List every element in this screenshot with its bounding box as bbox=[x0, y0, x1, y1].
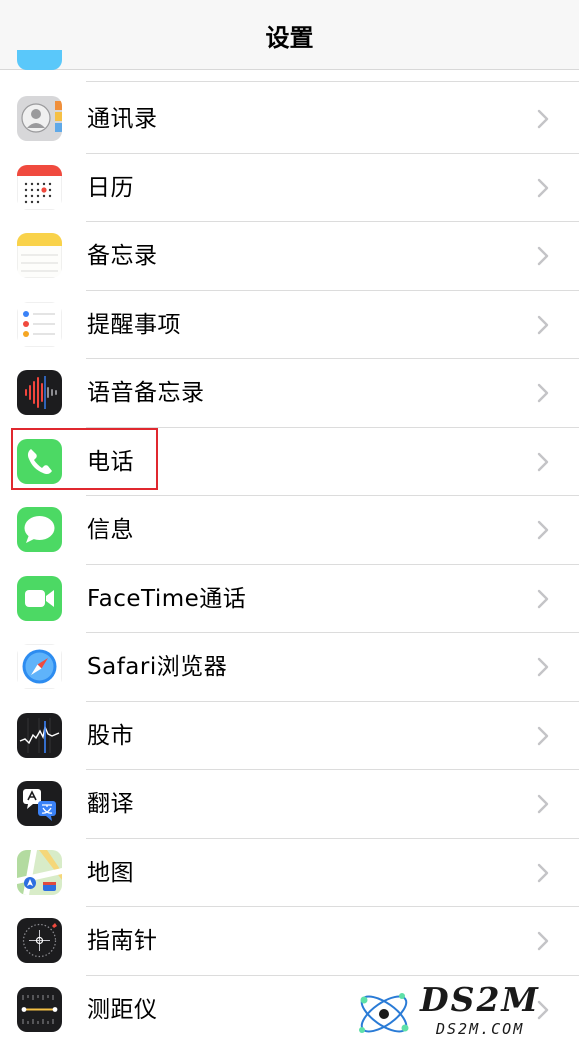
page-title: 设置 bbox=[265, 24, 314, 52]
settings-row-stocks[interactable]: 股市 bbox=[0, 702, 579, 770]
calendar-icon bbox=[17, 164, 62, 210]
chevron-right-icon bbox=[537, 109, 549, 129]
settings-row-compass[interactable]: 指南针 bbox=[0, 907, 579, 976]
settings-row-notes[interactable]: 备忘录 bbox=[0, 222, 579, 291]
chevron-right-icon bbox=[537, 246, 549, 266]
highlight-box bbox=[11, 428, 158, 490]
facetime-icon bbox=[17, 575, 62, 621]
chevron-right-icon bbox=[537, 931, 549, 951]
settings-row-contacts[interactable]: 通讯录 bbox=[0, 85, 579, 154]
row-label: 信息 bbox=[87, 517, 134, 543]
row-label: 通讯录 bbox=[87, 106, 158, 132]
messages-icon bbox=[17, 507, 62, 552]
row-label: 提醒事项 bbox=[87, 311, 181, 338]
contacts-icon bbox=[17, 96, 62, 141]
maps-icon bbox=[17, 849, 62, 895]
navigation-bar: 设置 bbox=[0, 0, 579, 70]
reminders-icon bbox=[17, 301, 62, 347]
measure-icon bbox=[17, 986, 62, 1032]
row-label: 语音备忘录 bbox=[87, 380, 205, 406]
row-label: Safari浏览器 bbox=[87, 654, 228, 680]
chevron-right-icon bbox=[537, 178, 549, 197]
chevron-right-icon bbox=[537, 794, 549, 814]
row-label: 地图 bbox=[87, 859, 134, 886]
watermark-brand: DS2M bbox=[419, 980, 540, 1019]
settings-row-calendar[interactable]: 日历 bbox=[0, 154, 579, 222]
stocks-icon bbox=[17, 712, 62, 758]
settings-list: 通讯录 日历 备忘录 提醒事项 语音备忘录 电话 信息 FaceTime通话 S… bbox=[0, 85, 579, 1044]
chevron-right-icon bbox=[537, 726, 549, 745]
row-label: 日历 bbox=[87, 174, 134, 201]
row-separator bbox=[86, 81, 579, 82]
row-label: 测距仪 bbox=[87, 996, 158, 1023]
watermark-domain: DS2M.COM bbox=[435, 1020, 524, 1038]
chevron-right-icon bbox=[537, 315, 549, 334]
watermark-logo: DS2M DS2M.COM bbox=[359, 980, 540, 1038]
translate-icon bbox=[17, 781, 62, 826]
chevron-right-icon bbox=[537, 520, 549, 540]
row-label: 翻译 bbox=[87, 791, 134, 817]
settings-row-reminders[interactable]: 提醒事项 bbox=[0, 291, 579, 359]
chevron-right-icon bbox=[537, 863, 549, 882]
chevron-right-icon bbox=[537, 383, 549, 403]
row-label: 备忘录 bbox=[87, 243, 158, 269]
settings-row-facetime[interactable]: FaceTime通话 bbox=[0, 565, 579, 633]
settings-row-translate[interactable]: 翻译 bbox=[0, 770, 579, 839]
partial-row-icon bbox=[17, 50, 62, 70]
compass-icon bbox=[17, 918, 62, 963]
settings-row-voice-memos[interactable]: 语音备忘录 bbox=[0, 359, 579, 428]
row-label: 股市 bbox=[87, 722, 134, 749]
row-label: FaceTime通话 bbox=[87, 585, 247, 612]
settings-row-messages[interactable]: 信息 bbox=[0, 496, 579, 565]
row-label: 指南针 bbox=[87, 928, 158, 954]
settings-row-safari[interactable]: Safari浏览器 bbox=[0, 633, 579, 702]
chevron-right-icon bbox=[537, 589, 549, 608]
settings-row-maps[interactable]: 地图 bbox=[0, 839, 579, 907]
chevron-right-icon bbox=[537, 657, 549, 677]
chevron-right-icon bbox=[537, 452, 549, 471]
voice-memos-icon bbox=[17, 370, 62, 415]
notes-icon bbox=[17, 233, 62, 278]
safari-icon bbox=[17, 644, 62, 689]
